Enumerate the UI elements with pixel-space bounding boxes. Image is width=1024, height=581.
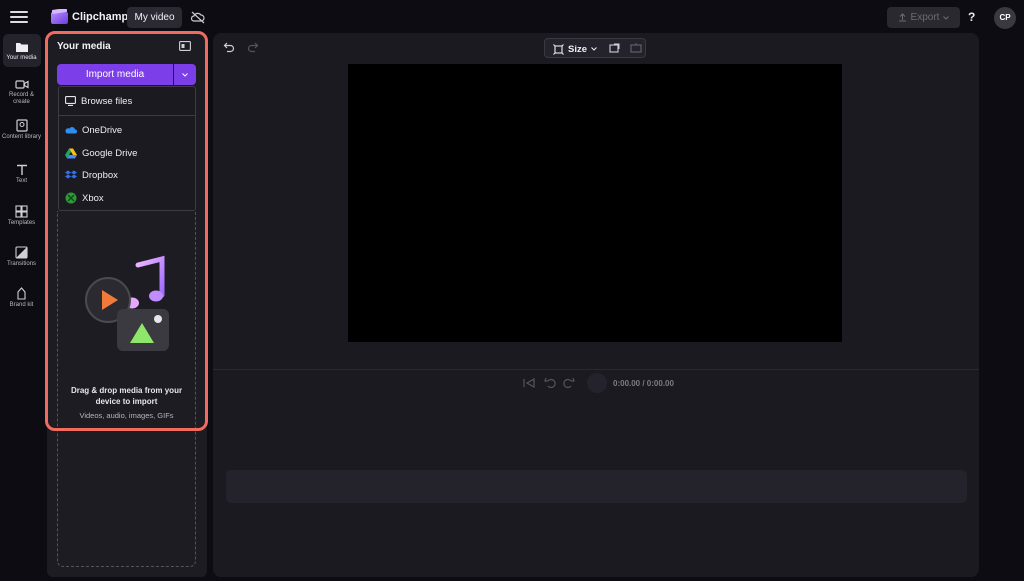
menu-item-label: Dropbox: [82, 169, 118, 181]
redo-icon[interactable]: [247, 41, 259, 53]
menu-item-browse-files[interactable]: Browse files: [65, 94, 132, 108]
templates-icon: [15, 205, 28, 218]
drop-file-types: Videos, audio, images, GIFs: [79, 411, 174, 420]
menu-item-xbox[interactable]: Xbox: [65, 191, 104, 205]
chevron-down-icon: [182, 73, 188, 77]
skip-back-icon[interactable]: [523, 377, 535, 389]
rail-label: Text: [15, 178, 27, 184]
split-icon[interactable]: [630, 42, 642, 54]
google-drive-icon: [65, 148, 77, 158]
playback-controls: [523, 373, 607, 393]
play-button[interactable]: [587, 373, 607, 393]
rail-label: Record & create: [8, 92, 34, 105]
rail-item-text[interactable]: Text: [0, 164, 43, 185]
xbox-icon: [65, 192, 77, 204]
rail-item-brand-kit[interactable]: Brand kit: [0, 287, 43, 309]
rail-item-your-media[interactable]: Your media: [0, 41, 43, 62]
drop-instructions: Drag & drop media from your device to im…: [70, 386, 183, 406]
playback-time: 0:00.00 / 0:00.00: [613, 379, 674, 388]
export-label: Export: [910, 12, 940, 23]
project-name-field[interactable]: My video: [127, 7, 182, 28]
panel-title: Your media: [57, 41, 111, 52]
menu-item-label: Xbox: [82, 192, 104, 204]
menu-divider: [59, 115, 195, 116]
background-fill-icon[interactable]: [609, 42, 621, 54]
transitions-icon: [15, 246, 28, 259]
menu-icon[interactable]: [10, 8, 28, 26]
onedrive-icon: [65, 127, 77, 134]
menu-item-label: OneDrive: [82, 124, 123, 136]
left-rail: Your media Record & create Content libra…: [0, 35, 43, 581]
app-name: Clipchamp: [72, 11, 129, 23]
clipchamp-logo-icon: [51, 9, 68, 24]
forward-icon[interactable]: [563, 377, 575, 389]
cloud-off-icon[interactable]: [191, 11, 205, 24]
rail-item-transitions[interactable]: Transitions: [0, 246, 43, 268]
export-button[interactable]: Export: [887, 7, 960, 28]
chevron-down-icon: [591, 47, 597, 51]
media-illustration-icon: [85, 255, 169, 351]
rail-item-content-library[interactable]: Content library: [0, 119, 43, 141]
menu-item-label: Google Drive: [82, 147, 138, 159]
help-button[interactable]: ?: [968, 10, 975, 24]
timeline-track[interactable]: [226, 470, 967, 503]
size-button[interactable]: Size: [553, 42, 597, 56]
menu-item-google-drive[interactable]: Google Drive: [65, 146, 137, 160]
upload-icon: [898, 13, 906, 22]
preview-toolbar: Size: [544, 38, 646, 58]
size-label: Size: [568, 43, 588, 55]
video-preview[interactable]: [348, 64, 842, 342]
import-dropdown-toggle[interactable]: [174, 64, 196, 85]
collapse-panel-icon[interactable]: [179, 41, 191, 51]
editor-divider: [213, 369, 979, 370]
rail-item-record-create[interactable]: Record & create: [0, 79, 43, 106]
rail-label: Transitions: [6, 261, 37, 267]
folder-icon: [15, 43, 28, 52]
text-icon: [16, 164, 27, 175]
chevron-down-icon: [943, 15, 950, 20]
rail-label: Content library: [1, 134, 42, 140]
menu-item-dropbox[interactable]: Dropbox: [65, 168, 118, 182]
content-library-icon: [15, 119, 28, 132]
rail-label: Your media: [6, 55, 37, 61]
resize-icon: [553, 43, 564, 55]
avatar[interactable]: CP: [994, 7, 1016, 29]
top-bar: Clipchamp My video Export ? CP: [0, 0, 1024, 35]
monitor-icon: [65, 96, 76, 106]
brand-kit-icon: [17, 287, 26, 300]
dropbox-icon: [65, 170, 77, 179]
import-media-button[interactable]: Import media: [57, 64, 173, 85]
menu-item-onedrive[interactable]: OneDrive: [65, 123, 122, 137]
undo-icon[interactable]: [223, 41, 235, 53]
menu-item-label: Browse files: [81, 95, 133, 107]
rail-label: Brand kit: [9, 302, 34, 308]
rewind-icon[interactable]: [544, 377, 556, 389]
rail-item-templates[interactable]: Templates: [0, 205, 43, 227]
video-camera-icon: [14, 80, 29, 89]
import-dropdown-menu: Browse files OneDrive Google Drive Dropb…: [58, 86, 196, 211]
rail-label: Templates: [7, 220, 36, 226]
